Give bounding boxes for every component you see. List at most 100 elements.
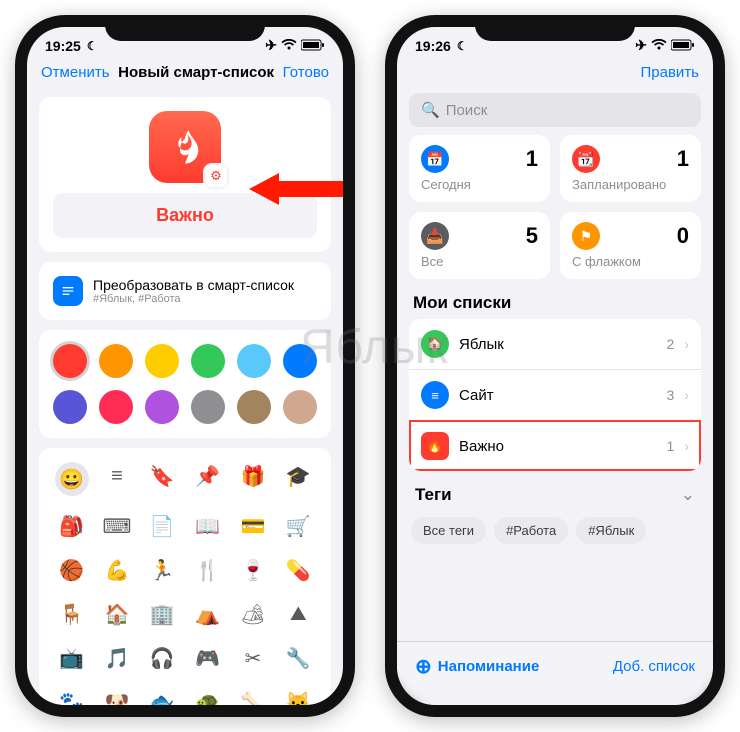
color-swatch[interactable]: [53, 390, 87, 424]
color-picker-card: [39, 330, 331, 438]
gear-badge-icon[interactable]: ⚙: [205, 165, 227, 187]
icon-option[interactable]: 🎒: [53, 512, 90, 540]
screen-left: 19:25 ☾ ✈ Отменить Новый смарт-список Го…: [27, 27, 343, 705]
plus-circle-icon: ⊕: [415, 654, 432, 679]
icon-option[interactable]: 💪: [98, 556, 135, 584]
wifi-icon: [281, 38, 297, 54]
stat-label: Запланировано: [572, 177, 689, 192]
icon-option[interactable]: 🎧: [144, 644, 181, 672]
icon-option[interactable]: 💳: [234, 512, 271, 540]
icon-option[interactable]: 🐱: [280, 688, 317, 705]
color-swatch[interactable]: [99, 390, 133, 424]
stat-card[interactable]: ⚑ 0 С флажком: [560, 212, 701, 279]
tag-chip[interactable]: #Яблык: [576, 517, 646, 544]
icon-option[interactable]: ≡: [98, 462, 135, 490]
add-list-button[interactable]: Доб. список: [613, 658, 695, 675]
list-row[interactable]: 🔥 Важно 1 ›: [409, 420, 701, 471]
stat-count: 0: [677, 223, 689, 249]
icon-option[interactable]: 🍴: [189, 556, 226, 584]
bottom-toolbar: ⊕ Напоминание Доб. список: [397, 641, 713, 705]
icon-option[interactable]: 📌: [189, 462, 226, 490]
color-swatch[interactable]: [237, 344, 271, 378]
stat-count: 1: [677, 146, 689, 172]
icon-option[interactable]: 🎁: [234, 462, 271, 490]
new-reminder-label: Напоминание: [438, 658, 540, 675]
icon-option[interactable]: 🎵: [98, 644, 135, 672]
color-swatch[interactable]: [145, 390, 179, 424]
stat-label: Все: [421, 254, 538, 269]
icon-option[interactable]: 😀: [55, 462, 89, 496]
icon-option[interactable]: 📺: [53, 644, 90, 672]
icon-option[interactable]: 🔖: [144, 462, 181, 490]
color-swatch[interactable]: [99, 344, 133, 378]
battery-icon: [301, 38, 325, 54]
chevron-right-icon: ›: [684, 336, 689, 352]
color-swatch[interactable]: [145, 344, 179, 378]
list-icon-preview[interactable]: ⚙: [149, 111, 221, 183]
color-swatch[interactable]: [191, 344, 225, 378]
flame-icon: [165, 127, 205, 167]
nav-title: Новый смарт-список: [118, 64, 274, 81]
search-input[interactable]: 🔍 Поиск: [409, 93, 701, 127]
list-icon: 🏠: [421, 330, 449, 358]
icon-option[interactable]: 🏕: [234, 600, 271, 628]
status-icons: ✈: [265, 37, 325, 54]
my-lists-title: Мои списки: [397, 279, 713, 319]
icon-option[interactable]: ✂: [234, 644, 271, 672]
icon-option[interactable]: ⛰: [280, 600, 317, 628]
icon-option[interactable]: 📄: [144, 512, 181, 540]
tag-chip[interactable]: Все теги: [411, 517, 486, 544]
dnd-moon-icon: ☾: [87, 39, 98, 53]
tags-title: Теги: [415, 485, 452, 505]
color-swatch[interactable]: [283, 344, 317, 378]
icon-option[interactable]: 🐾: [53, 688, 90, 705]
icon-option[interactable]: 🛒: [280, 512, 317, 540]
phone-right: 19:26 ☾ ✈ Править 🔍 Поиск: [385, 15, 725, 717]
done-button[interactable]: Готово: [283, 64, 329, 81]
convert-smart-list-row[interactable]: Преобразовать в смарт-список #Яблык, #Ра…: [39, 262, 331, 320]
icon-option[interactable]: 🦴: [234, 688, 271, 705]
color-swatch[interactable]: [191, 390, 225, 424]
icon-option[interactable]: 🍷: [234, 556, 271, 584]
list-row[interactable]: ≡ Сайт 3 ›: [409, 369, 701, 420]
convert-icon: [53, 276, 83, 306]
color-swatch[interactable]: [283, 390, 317, 424]
icon-option[interactable]: 🔧: [280, 644, 317, 672]
list-count: 1: [667, 438, 675, 454]
edit-button[interactable]: Править: [641, 64, 700, 81]
icon-option[interactable]: 🐢: [189, 688, 226, 705]
new-reminder-button[interactable]: ⊕ Напоминание: [415, 654, 539, 679]
chevron-right-icon: ›: [684, 438, 689, 454]
stat-card[interactable]: 📆 1 Запланировано: [560, 135, 701, 202]
convert-title: Преобразовать в смарт-список: [93, 277, 294, 293]
airplane-icon: ✈: [635, 37, 647, 54]
annotation-arrow: [249, 169, 343, 209]
icon-option[interactable]: 🎮: [189, 644, 226, 672]
icon-option[interactable]: 🐶: [98, 688, 135, 705]
color-swatch[interactable]: [237, 390, 271, 424]
nav-bar: Отменить Новый смарт-список Готово: [27, 56, 343, 89]
icon-option[interactable]: ⌨: [98, 512, 135, 540]
list-icon: 🔥: [421, 432, 449, 460]
stat-card[interactable]: 📅 1 Сегодня: [409, 135, 550, 202]
cancel-button[interactable]: Отменить: [41, 64, 110, 81]
notch: [475, 15, 635, 41]
list-row[interactable]: 🏠 Яблык 2 ›: [409, 319, 701, 369]
icon-option[interactable]: 🏀: [53, 556, 90, 584]
icon-option[interactable]: ⛺: [189, 600, 226, 628]
icon-option[interactable]: 🏃: [144, 556, 181, 584]
icon-option[interactable]: 🪑: [53, 600, 90, 628]
chevron-down-icon[interactable]: ⌄: [681, 485, 695, 505]
stat-count: 1: [526, 146, 538, 172]
icon-option[interactable]: 💊: [280, 556, 317, 584]
tag-chip[interactable]: #Работа: [494, 517, 568, 544]
icon-option[interactable]: 📖: [189, 512, 226, 540]
icon-option[interactable]: 🐟: [144, 688, 181, 705]
list-name: Сайт: [459, 387, 657, 404]
icon-option[interactable]: 🏠: [98, 600, 135, 628]
stat-count: 5: [526, 223, 538, 249]
icon-option[interactable]: 🎓: [280, 462, 317, 490]
icon-option[interactable]: 🏢: [144, 600, 181, 628]
stat-card[interactable]: 📥 5 Все: [409, 212, 550, 279]
color-swatch[interactable]: [53, 344, 87, 378]
